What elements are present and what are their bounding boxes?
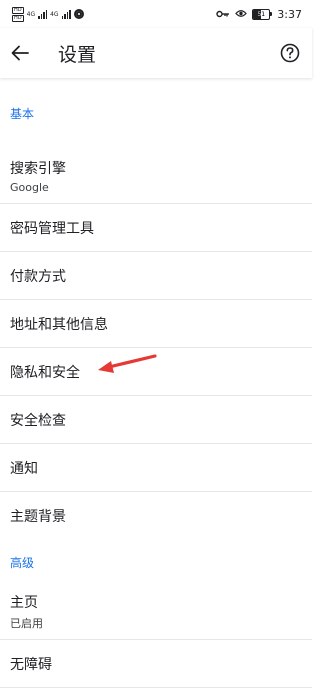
settings-item-password-manager[interactable]: 密码管理工具 <box>0 204 312 252</box>
signal-icon <box>61 9 71 19</box>
back-button[interactable] <box>8 41 32 65</box>
battery-cap <box>270 12 273 16</box>
help-button[interactable] <box>278 41 302 65</box>
sim-indicators: HD HD <box>12 6 24 22</box>
settings-item-subtitle: Google <box>10 180 49 194</box>
settings-item-addresses[interactable]: 地址和其他信息 <box>0 300 312 348</box>
status-bar-right: 51 3:37 <box>216 8 302 21</box>
key-icon <box>216 8 230 21</box>
settings-item-title: 无障碍 <box>10 656 52 673</box>
settings-list: 基本 搜索引擎 Google 密码管理工具 付款方式 地址和其他信息 隐私和安全… <box>0 78 312 692</box>
sim-icon: HD <box>12 6 24 14</box>
network-type-1: 4G <box>26 10 36 18</box>
sim-icon: HD <box>12 14 24 22</box>
settings-item-title: 通知 <box>10 460 38 477</box>
settings-item-title: 付款方式 <box>10 268 66 285</box>
page-title: 设置 <box>58 43 97 66</box>
settings-item-title: 主题背景 <box>10 509 66 525</box>
battery-icon: 51 <box>252 8 273 20</box>
network-type-2: 4G <box>50 10 59 18</box>
app-notification-icon <box>73 9 84 19</box>
signal-icon <box>38 9 48 19</box>
toolbar: 设置 <box>0 28 312 78</box>
settings-item-title: 搜索引擎 <box>10 160 66 177</box>
battery-level: 51 <box>257 10 266 18</box>
help-icon <box>280 43 300 63</box>
settings-item-privacy-security[interactable]: 隐私和安全 <box>0 348 312 396</box>
sim-2: HD <box>12 14 24 22</box>
status-time: 3:37 <box>277 7 302 21</box>
status-bar-left: HD HD 4G 4G <box>12 6 84 22</box>
settings-item-payment-methods[interactable]: 付款方式 <box>0 252 312 300</box>
settings-item-title: 安全检查 <box>10 412 66 429</box>
settings-item-safety-check[interactable]: 安全检查 <box>0 396 312 444</box>
section-header-basic: 基本 <box>10 106 35 121</box>
settings-item-subtitle: 已启用 <box>10 617 43 630</box>
settings-item-theme[interactable]: 主题背景 <box>0 492 312 540</box>
settings-item-search-engine[interactable]: 搜索引擎 Google <box>0 148 312 204</box>
sim-1: HD <box>12 6 24 14</box>
settings-item-homepage[interactable]: 主页 已启用 <box>0 584 312 640</box>
battery-body: 51 <box>252 8 271 20</box>
settings-item-title: 隐私和安全 <box>10 364 80 381</box>
back-arrow-icon <box>11 45 29 61</box>
settings-item-notifications[interactable]: 通知 <box>0 444 312 492</box>
settings-item-title: 主页 <box>10 595 38 611</box>
settings-item-accessibility[interactable]: 无障碍 <box>0 640 312 688</box>
settings-item-title: 密码管理工具 <box>10 220 94 237</box>
eye-icon <box>235 8 248 21</box>
status-bar: HD HD 4G 4G 51 3:37 <box>0 0 312 28</box>
section-header-advanced: 高级 <box>10 555 35 570</box>
red-arrow-annotation <box>98 354 157 373</box>
settings-item-title: 地址和其他信息 <box>10 316 108 333</box>
